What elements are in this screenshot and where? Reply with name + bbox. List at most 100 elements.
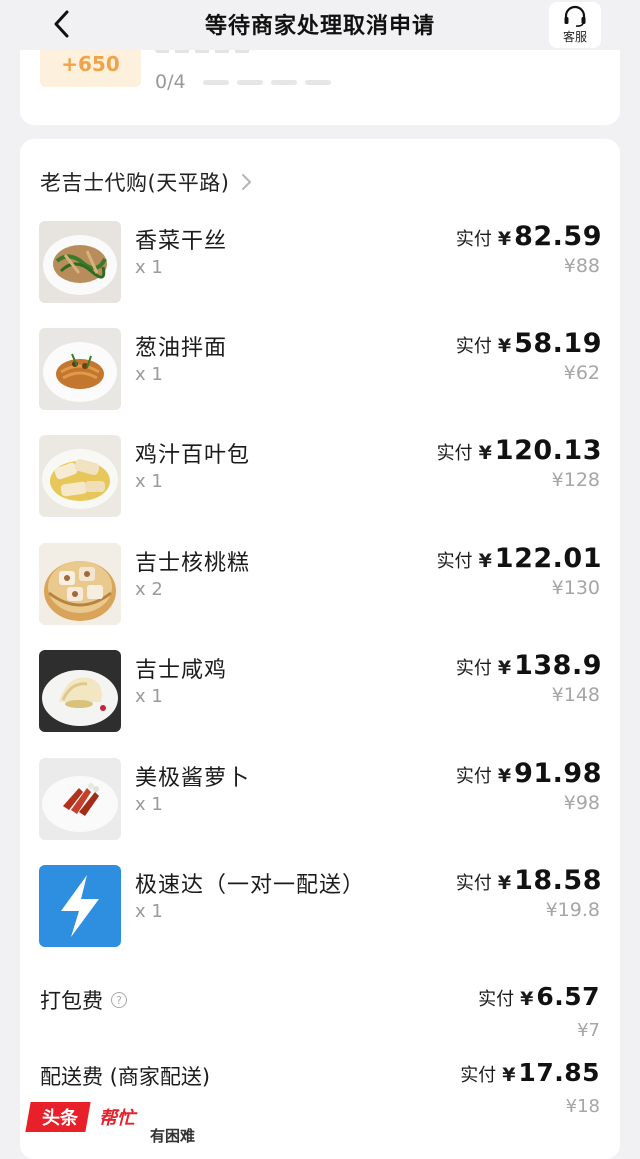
- item-original-price: ¥62: [563, 362, 600, 384]
- packing-fee-text: 打包费: [40, 989, 103, 1013]
- order-item[interactable]: 葱油拌面 x 1 实付 ¥ 58.19 ¥62: [20, 328, 620, 412]
- progress-step: [271, 80, 297, 85]
- currency-symbol: ¥: [478, 442, 492, 464]
- top-nav-bar: 等待商家处理取消申请 客服: [0, 0, 640, 50]
- item-original-price: ¥98: [563, 792, 600, 814]
- dish-pickled-radish-icon: [39, 758, 121, 840]
- item-name: 葱油拌面: [135, 336, 228, 361]
- dish-tofu-skin-rolls-icon: [39, 435, 121, 517]
- currency-symbol: ¥: [502, 1064, 516, 1086]
- shop-link[interactable]: 老吉士代购(天平路): [40, 167, 253, 197]
- watermark-brand-white-text: 帮忙: [99, 1108, 135, 1129]
- progress-steps: [203, 80, 331, 85]
- item-quantity: x 1: [135, 471, 163, 492]
- chevron-right-icon: [242, 174, 252, 190]
- dish-shredded-tofu-icon: [39, 221, 121, 303]
- packing-fee-price: 实付 ¥ 6.57: [478, 982, 600, 1011]
- paid-label: 实付: [478, 989, 515, 1010]
- item-quantity: x 1: [135, 364, 163, 385]
- item-quantity: x 1: [135, 686, 163, 707]
- order-item[interactable]: 美极酱萝卜 x 1 实付 ¥ 91.98 ¥98: [20, 758, 620, 842]
- paid-label: 实付: [455, 658, 492, 679]
- paid-amount: 91.98: [514, 758, 602, 789]
- item-name: 香菜干丝: [135, 229, 228, 254]
- order-item[interactable]: 鸡汁百叶包 x 1 实付 ¥ 120.13 ¥128: [20, 435, 620, 519]
- item-original-price: ¥130: [551, 577, 600, 599]
- item-quantity: x 2: [135, 579, 163, 600]
- customer-service-label: 客服: [562, 30, 587, 44]
- dish-walnut-cake-icon: [39, 543, 121, 625]
- order-item[interactable]: 香菜干丝 x 1 实付 ¥ 82.59 ¥88: [20, 221, 620, 305]
- progress-step: [203, 80, 229, 85]
- paid-label: 实付: [455, 766, 492, 787]
- paid-amount: 18.58: [514, 865, 602, 896]
- currency-symbol: ¥: [497, 228, 512, 250]
- progress-count: 0/4: [155, 71, 186, 93]
- paid-amount: 82.59: [514, 221, 602, 252]
- currency-symbol: ¥: [520, 988, 534, 1010]
- paid-amount: 58.19: [514, 328, 602, 359]
- item-paid-price: 实付 ¥ 58.19: [456, 328, 602, 359]
- delivery-fee-price: 实付 ¥ 17.85: [460, 1058, 600, 1087]
- dish-scallion-noodles-icon: [39, 328, 121, 410]
- order-item[interactable]: 吉士核桃糕 x 2 实付 ¥ 122.01 ¥130: [20, 543, 620, 627]
- currency-symbol: ¥: [497, 335, 512, 357]
- dish-salted-chicken-icon: [39, 650, 121, 732]
- paid-amount: 17.85: [518, 1058, 600, 1087]
- paid-label: 实付: [455, 229, 492, 250]
- paid-label: 实付: [460, 1065, 497, 1086]
- shop-name: 老吉士代购(天平路): [40, 171, 230, 195]
- help-icon[interactable]: ?: [111, 992, 127, 1008]
- item-paid-price: 实付 ¥ 122.01: [437, 543, 602, 574]
- item-name: 吉士核桃糕: [135, 551, 251, 576]
- item-original-price: ¥88: [563, 255, 600, 277]
- item-original-price: ¥148: [551, 684, 600, 706]
- item-quantity: x 1: [135, 794, 163, 815]
- item-quantity: x 1: [135, 901, 163, 922]
- paid-amount: 122.01: [494, 543, 602, 574]
- lightning-icon: [39, 865, 121, 947]
- item-name: 吉士咸鸡: [135, 658, 228, 683]
- item-name: 极速达（一对一配送）: [135, 873, 366, 898]
- item-name: 鸡汁百叶包: [135, 443, 251, 468]
- delivery-fee-label: 配送费 (商家配送): [40, 1061, 210, 1091]
- currency-symbol: ¥: [497, 765, 512, 787]
- watermark-brand-red: 头条: [25, 1102, 95, 1132]
- item-quantity: x 1: [135, 257, 163, 278]
- packing-fee-row: 打包费 ? 实付 ¥ 6.57 ¥7: [20, 982, 620, 1052]
- watermark-brand-white: 帮忙: [85, 1102, 149, 1132]
- item-paid-price: 实付 ¥ 91.98: [456, 758, 602, 789]
- item-paid-price: 实付 ¥ 138.9: [456, 650, 602, 681]
- paid-label: 实付: [436, 443, 473, 464]
- headset-icon: [564, 5, 586, 27]
- item-paid-price: 实付 ¥ 18.58: [456, 865, 602, 896]
- paid-amount: 120.13: [494, 435, 602, 466]
- packing-fee-original: ¥7: [577, 1020, 600, 1041]
- item-paid-price: 实付 ¥ 82.59: [456, 221, 602, 252]
- currency-symbol: ¥: [497, 872, 512, 894]
- order-item[interactable]: 吉士咸鸡 x 1 实付 ¥ 138.9 ¥148: [20, 650, 620, 734]
- progress-step: [237, 80, 263, 85]
- watermark-logo: 头条 帮忙 有困难: [18, 1098, 218, 1147]
- delivery-fee-text: 配送费 (商家配送): [40, 1065, 211, 1089]
- currency-symbol: ¥: [478, 550, 492, 572]
- paid-label: 实付: [455, 336, 492, 357]
- paid-amount: 6.57: [536, 982, 600, 1011]
- paid-label: 实付: [455, 873, 492, 894]
- item-original-price: ¥19.8: [545, 899, 600, 921]
- packing-fee-label: 打包费 ?: [40, 985, 127, 1015]
- paid-amount: 138.9: [514, 650, 602, 681]
- item-original-price: ¥128: [551, 469, 600, 491]
- order-items-card: 老吉士代购(天平路) 香菜干丝 x 1 实付 ¥ 82.59 ¥88 葱油拌面 …: [20, 139, 620, 1159]
- customer-service-button[interactable]: 客服: [549, 2, 601, 48]
- item-name: 美极酱萝卜: [135, 766, 251, 791]
- currency-symbol: ¥: [497, 657, 512, 679]
- paid-label: 实付: [436, 551, 473, 572]
- watermark-subtitle: 有困难: [144, 1123, 202, 1147]
- progress-step: [305, 80, 331, 85]
- order-item[interactable]: 极速达（一对一配送） x 1 实付 ¥ 18.58 ¥19.8: [20, 865, 620, 949]
- delivery-fee-original: ¥18: [565, 1096, 600, 1117]
- item-paid-price: 实付 ¥ 120.13: [437, 435, 602, 466]
- page-title: 等待商家处理取消申请: [204, 14, 435, 39]
- watermark-brand-red-text: 头条: [42, 1108, 78, 1129]
